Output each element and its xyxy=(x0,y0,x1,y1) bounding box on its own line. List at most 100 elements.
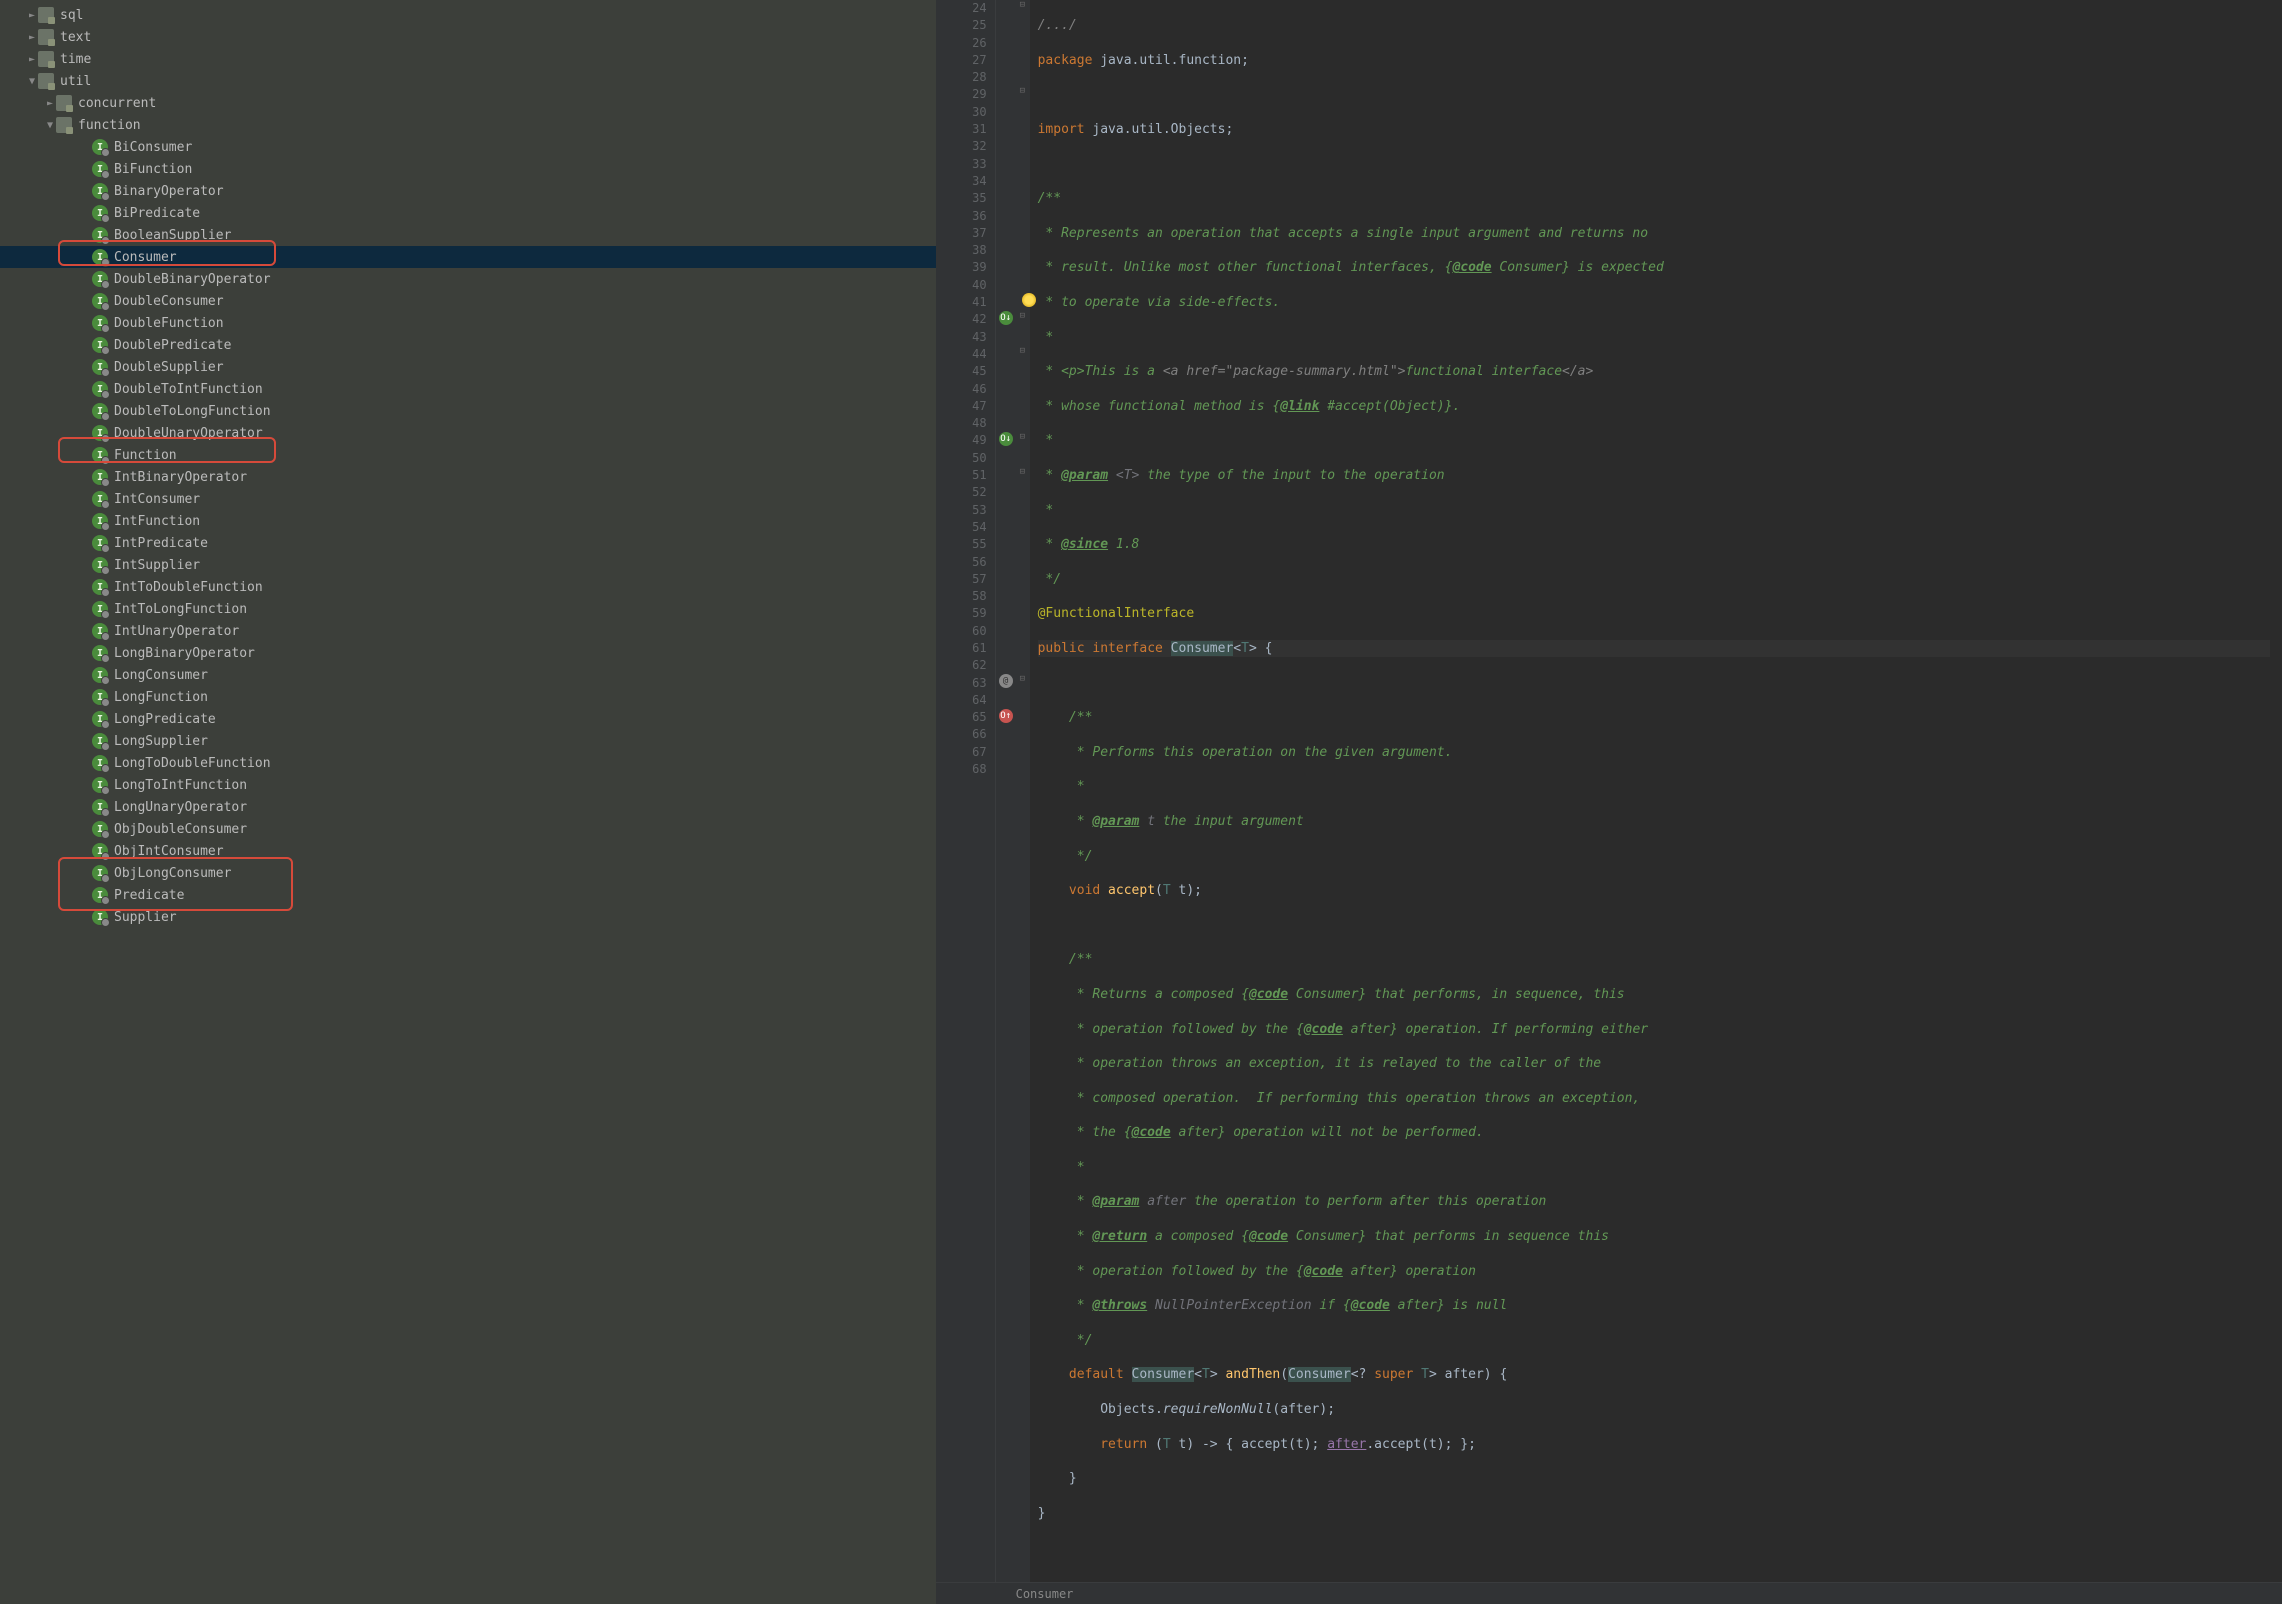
tree-item-function[interactable]: IFunction xyxy=(0,444,936,466)
interface-icon: I xyxy=(92,557,108,573)
tree-label: time xyxy=(60,52,91,67)
line-number: 34 xyxy=(936,173,987,190)
interface-icon: I xyxy=(92,623,108,639)
tree-item-doublesupplier[interactable]: IDoubleSupplier xyxy=(0,356,936,378)
tree-label: BiPredicate xyxy=(114,206,200,221)
tree-label: BooleanSupplier xyxy=(114,228,231,243)
tree-item-intconsumer[interactable]: IIntConsumer xyxy=(0,488,936,510)
line-number: 55 xyxy=(936,536,987,553)
override-up-gutter-icon[interactable]: O↑ xyxy=(999,709,1013,723)
tree-label: Predicate xyxy=(114,888,184,903)
interface-icon: I xyxy=(92,689,108,705)
tree-item-doubletolongfunction[interactable]: IDoubleToLongFunction xyxy=(0,400,936,422)
tree-label: BiFunction xyxy=(114,162,192,177)
tree-folder-sql[interactable]: ►sql xyxy=(0,4,936,26)
interface-icon: I xyxy=(92,425,108,441)
tree-item-bipredicate[interactable]: IBiPredicate xyxy=(0,202,936,224)
tree-folder-time[interactable]: ►time xyxy=(0,48,936,70)
tree-item-longbinaryoperator[interactable]: ILongBinaryOperator xyxy=(0,642,936,664)
breadcrumb-item[interactable]: Consumer xyxy=(1016,1587,1074,1601)
tree-item-longpredicate[interactable]: ILongPredicate xyxy=(0,708,936,730)
tree-folder-concurrent[interactable]: ►concurrent xyxy=(0,92,936,114)
line-number: 38 xyxy=(936,242,987,259)
tree-label: LongUnaryOperator xyxy=(114,800,247,815)
tree-item-inttolongfunction[interactable]: IIntToLongFunction xyxy=(0,598,936,620)
tree-item-biconsumer[interactable]: IBiConsumer xyxy=(0,136,936,158)
tree-item-intsupplier[interactable]: IIntSupplier xyxy=(0,554,936,576)
tree-label: ObjDoubleConsumer xyxy=(114,822,247,837)
line-number: 40 xyxy=(936,277,987,294)
tree-item-longsupplier[interactable]: ILongSupplier xyxy=(0,730,936,752)
interface-icon: I xyxy=(92,909,108,925)
tree-label: LongToDoubleFunction xyxy=(114,756,271,771)
scrollbar-vertical[interactable] xyxy=(2270,0,2282,1582)
line-number: 44 xyxy=(936,346,987,363)
tree-folder-util[interactable]: ▼util xyxy=(0,70,936,92)
tree-item-objdoubleconsumer[interactable]: IObjDoubleConsumer xyxy=(0,818,936,840)
breadcrumb-bar[interactable]: Consumer xyxy=(936,1582,2282,1604)
line-number: 28 xyxy=(936,69,987,86)
tree-item-inttodoublefunction[interactable]: IIntToDoubleFunction xyxy=(0,576,936,598)
tree-item-doubleunaryoperator[interactable]: IDoubleUnaryOperator xyxy=(0,422,936,444)
project-tree[interactable]: ►sql►text►time▼util►concurrent▼functionI… xyxy=(0,0,936,1604)
tree-item-intpredicate[interactable]: IIntPredicate xyxy=(0,532,936,554)
tree-item-doublebinaryoperator[interactable]: IDoubleBinaryOperator xyxy=(0,268,936,290)
line-number: 39 xyxy=(936,259,987,276)
tree-item-doubleconsumer[interactable]: IDoubleConsumer xyxy=(0,290,936,312)
tree-item-intbinaryoperator[interactable]: IIntBinaryOperator xyxy=(0,466,936,488)
annotation-gutter-icon[interactable]: @ xyxy=(999,674,1013,688)
tree-item-longtointfunction[interactable]: ILongToIntFunction xyxy=(0,774,936,796)
tree-label: DoubleSupplier xyxy=(114,360,224,375)
tree-item-objintconsumer[interactable]: IObjIntConsumer xyxy=(0,840,936,862)
tree-item-booleansupplier[interactable]: I BooleanSupplier xyxy=(0,224,936,246)
chevron-down-icon: ▼ xyxy=(44,120,56,131)
tree-item-intfunction[interactable]: IIntFunction xyxy=(0,510,936,532)
tree-item-longconsumer[interactable]: ILongConsumer xyxy=(0,664,936,686)
line-number: 62 xyxy=(936,657,987,674)
tree-label: DoubleToIntFunction xyxy=(114,382,263,397)
tree-item-longtodoublefunction[interactable]: ILongToDoubleFunction xyxy=(0,752,936,774)
interface-icon: I xyxy=(92,227,108,243)
override-gutter-icon[interactable]: O↓ xyxy=(999,311,1013,325)
tree-folder-text[interactable]: ►text xyxy=(0,26,936,48)
chevron-right-icon: ► xyxy=(26,10,38,21)
tree-label: ObjLongConsumer xyxy=(114,866,231,881)
folded-region[interactable]: /.../ xyxy=(1038,18,1077,33)
tree-label: LongFunction xyxy=(114,690,208,705)
tree-label: concurrent xyxy=(78,96,156,111)
tree-label: IntToLongFunction xyxy=(114,602,247,617)
override-gutter-icon[interactable]: O↓ xyxy=(999,432,1013,446)
tree-label: DoubleBinaryOperator xyxy=(114,272,271,287)
folder-icon xyxy=(56,95,72,111)
tree-item-consumer[interactable]: IConsumer xyxy=(0,246,936,268)
line-number: 24 xyxy=(936,0,987,17)
tree-item-longfunction[interactable]: I LongFunction xyxy=(0,686,936,708)
tree-item-doublepredicate[interactable]: IDoublePredicate xyxy=(0,334,936,356)
tree-item-doubletointfunction[interactable]: IDoubleToIntFunction xyxy=(0,378,936,400)
line-number: 63 xyxy=(936,675,987,692)
tree-item-longunaryoperator[interactable]: ILongUnaryOperator xyxy=(0,796,936,818)
line-number: 42 xyxy=(936,311,987,328)
tree-item-bifunction[interactable]: I BiFunction xyxy=(0,158,936,180)
line-number: 60 xyxy=(936,623,987,640)
tree-folder-function[interactable]: ▼function xyxy=(0,114,936,136)
class-name: Consumer xyxy=(1171,641,1234,656)
interface-icon: I xyxy=(92,161,108,177)
editor-area: 2425262728293031323334353637383940414243… xyxy=(936,0,2282,1604)
tree-item-intunaryoperator[interactable]: IIntUnaryOperator xyxy=(0,620,936,642)
line-number: 50 xyxy=(936,450,987,467)
line-number: 30 xyxy=(936,104,987,121)
tree-item-predicate[interactable]: IPredicate xyxy=(0,884,936,906)
line-number: 36 xyxy=(936,208,987,225)
line-number: 32 xyxy=(936,138,987,155)
tree-item-binaryoperator[interactable]: IBinaryOperator xyxy=(0,180,936,202)
code-editor[interactable]: /.../ package java.util.function; import… xyxy=(1030,0,2270,1582)
line-number: 49 xyxy=(936,432,987,449)
tree-item-supplier[interactable]: ISupplier xyxy=(0,906,936,928)
tree-item-objlongconsumer[interactable]: IObjLongConsumer xyxy=(0,862,936,884)
interface-icon: I xyxy=(92,645,108,661)
tree-item-doublefunction[interactable]: IDoubleFunction xyxy=(0,312,936,334)
fold-column[interactable]: ⊟ ⊟ ⊟ ⊟ ⊟ ⊟ ⊟ xyxy=(1018,0,1030,1582)
folder-icon xyxy=(56,117,72,133)
interface-icon: I xyxy=(92,315,108,331)
